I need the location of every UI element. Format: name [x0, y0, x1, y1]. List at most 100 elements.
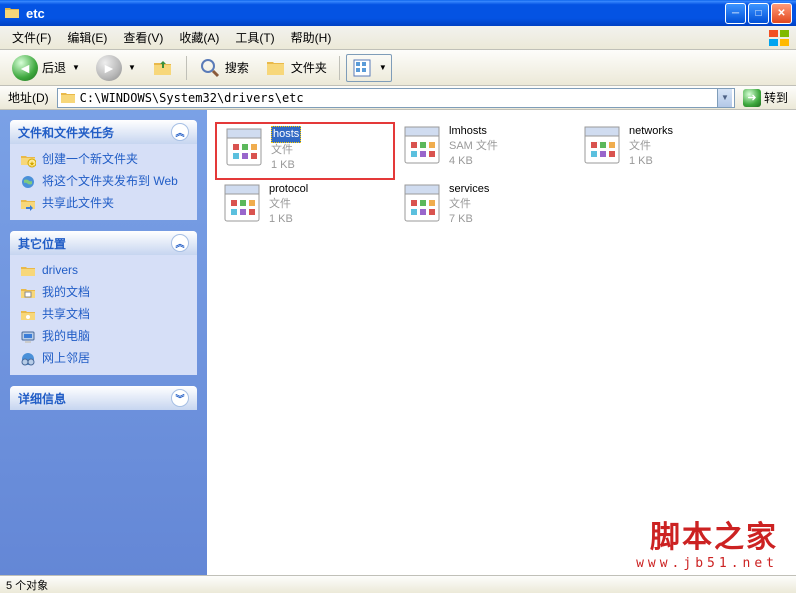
publish-icon — [20, 174, 36, 190]
folder-icon — [20, 263, 36, 279]
folder-icon — [4, 5, 20, 21]
place-label: 共享文档 — [42, 307, 90, 323]
go-button[interactable]: ➜ 转到 — [739, 89, 792, 107]
tasks-panel-title: 文件和文件夹任务 — [18, 124, 114, 141]
file-list: hosts文件1 KBlmhostsSAM 文件4 KBnetworks文件1 … — [215, 122, 788, 238]
sidebar: 文件和文件夹任务 ︽ ★创建一个新文件夹将这个文件夹发布到 Web共享此文件夹 … — [0, 110, 207, 575]
places-panel-title: 其它位置 — [18, 235, 66, 252]
tasks-panel-body: ★创建一个新文件夹将这个文件夹发布到 Web 共享此文件夹 — [10, 144, 197, 220]
file-item[interactable]: protocol文件1 KB — [215, 180, 395, 238]
status-text: 5 个对象 — [6, 577, 48, 593]
task-label: 共享此文件夹 — [42, 196, 114, 212]
details-panel-title: 详细信息 — [18, 390, 66, 407]
file-icon — [221, 182, 263, 224]
toolbar-separator — [339, 56, 340, 80]
file-name: protocol — [269, 182, 308, 197]
details-panel: 详细信息 ︾ — [10, 386, 197, 410]
folder-icon — [60, 90, 76, 106]
computer-icon — [20, 329, 36, 345]
back-icon: ◄ — [12, 55, 38, 81]
up-button[interactable] — [146, 55, 180, 81]
toolbar: ◄ 后退 ▼ ► ▼ 搜索 文件夹 ▼ — [0, 50, 796, 86]
file-type: SAM 文件 — [449, 139, 498, 154]
menu-file[interactable]: 文件(F) — [4, 26, 59, 49]
file-icon — [401, 124, 443, 166]
places-panel-header[interactable]: 其它位置 ︽ — [10, 231, 197, 255]
place-label: 网上邻居 — [42, 351, 90, 367]
menu-tools[interactable]: 工具(T) — [227, 26, 282, 49]
file-item[interactable]: services文件7 KB — [395, 180, 575, 238]
place-label: 我的文档 — [42, 285, 90, 301]
expand-icon: ︾ — [171, 389, 189, 407]
documents-icon — [20, 285, 36, 301]
status-bar: 5 个对象 — [0, 575, 796, 593]
folders-icon — [265, 57, 287, 79]
place-item[interactable]: 网上邻居 — [20, 351, 187, 367]
go-label: 转到 — [764, 89, 788, 106]
forward-icon: ► — [96, 55, 122, 81]
tasks-panel-header[interactable]: 文件和文件夹任务 ︽ — [10, 120, 197, 144]
menu-favorites[interactable]: 收藏(A) — [171, 26, 227, 49]
file-name: hosts — [271, 126, 301, 143]
file-icon — [223, 126, 265, 168]
address-input[interactable] — [80, 91, 713, 105]
new-folder-icon: ★ — [20, 152, 36, 168]
place-item[interactable]: 我的电脑 — [20, 329, 187, 345]
file-icon — [581, 124, 623, 166]
content-pane[interactable]: hosts文件1 KBlmhostsSAM 文件4 KBnetworks文件1 … — [207, 110, 796, 575]
place-item[interactable]: drivers — [20, 263, 187, 279]
menu-edit[interactable]: 编辑(E) — [59, 26, 115, 49]
details-panel-header[interactable]: 详细信息 ︾ — [10, 386, 197, 410]
windows-flag-icon — [765, 28, 793, 48]
file-icon — [401, 182, 443, 224]
file-type: 文件 — [629, 139, 673, 154]
place-label: 我的电脑 — [42, 329, 90, 345]
toolbar-separator — [186, 56, 187, 80]
body: 文件和文件夹任务 ︽ ★创建一个新文件夹将这个文件夹发布到 Web共享此文件夹 … — [0, 110, 796, 575]
place-label: drivers — [42, 263, 78, 279]
file-type: 文件 — [271, 143, 301, 158]
share-icon — [20, 196, 36, 212]
address-label: 地址(D) — [4, 89, 53, 106]
minimize-button[interactable]: ─ — [725, 3, 746, 24]
collapse-icon: ︽ — [171, 234, 189, 252]
file-size: 4 KB — [449, 154, 498, 169]
file-type: 文件 — [269, 197, 308, 212]
titlebar: etc ─ □ ✕ — [0, 0, 796, 26]
go-arrow-icon: ➜ — [743, 89, 761, 107]
file-item[interactable]: networks文件1 KB — [575, 122, 755, 180]
search-icon — [199, 57, 221, 79]
shared-docs-icon — [20, 307, 36, 323]
file-size: 1 KB — [271, 158, 301, 173]
address-box[interactable]: ▼ — [57, 88, 735, 108]
file-size: 1 KB — [629, 154, 673, 169]
places-panel-body: drivers 我的文档共享文档我的电脑网上邻居 — [10, 255, 197, 375]
file-type: 文件 — [449, 197, 489, 212]
file-text: protocol文件1 KB — [269, 182, 308, 227]
file-size: 7 KB — [449, 212, 489, 227]
back-button[interactable]: ◄ 后退 ▼ — [6, 53, 86, 83]
folder-up-icon — [152, 57, 174, 79]
file-item[interactable]: hosts文件1 KB — [215, 122, 395, 180]
task-item[interactable]: 共享此文件夹 — [20, 196, 187, 212]
maximize-button[interactable]: □ — [748, 3, 769, 24]
views-button[interactable]: ▼ — [346, 54, 392, 82]
place-item[interactable]: 我的文档 — [20, 285, 187, 301]
window-title: etc — [26, 6, 725, 21]
address-dropdown[interactable]: ▼ — [717, 89, 732, 107]
file-item[interactable]: lmhostsSAM 文件4 KB — [395, 122, 575, 180]
task-item[interactable]: ★创建一个新文件夹 — [20, 152, 187, 168]
file-name: lmhosts — [449, 124, 498, 139]
task-item[interactable]: 将这个文件夹发布到 Web — [20, 174, 187, 190]
close-button[interactable]: ✕ — [771, 3, 792, 24]
folders-button[interactable]: 文件夹 — [259, 55, 333, 81]
chevron-down-icon: ▼ — [379, 63, 387, 72]
place-item[interactable]: 共享文档 — [20, 307, 187, 323]
collapse-icon: ︽ — [171, 123, 189, 141]
search-button[interactable]: 搜索 — [193, 55, 255, 81]
forward-button[interactable]: ► ▼ — [90, 53, 142, 83]
menu-help[interactable]: 帮助(H) — [283, 26, 340, 49]
back-label: 后退 — [42, 59, 66, 76]
menu-view[interactable]: 查看(V) — [115, 26, 171, 49]
task-label: 将这个文件夹发布到 Web — [42, 174, 178, 190]
